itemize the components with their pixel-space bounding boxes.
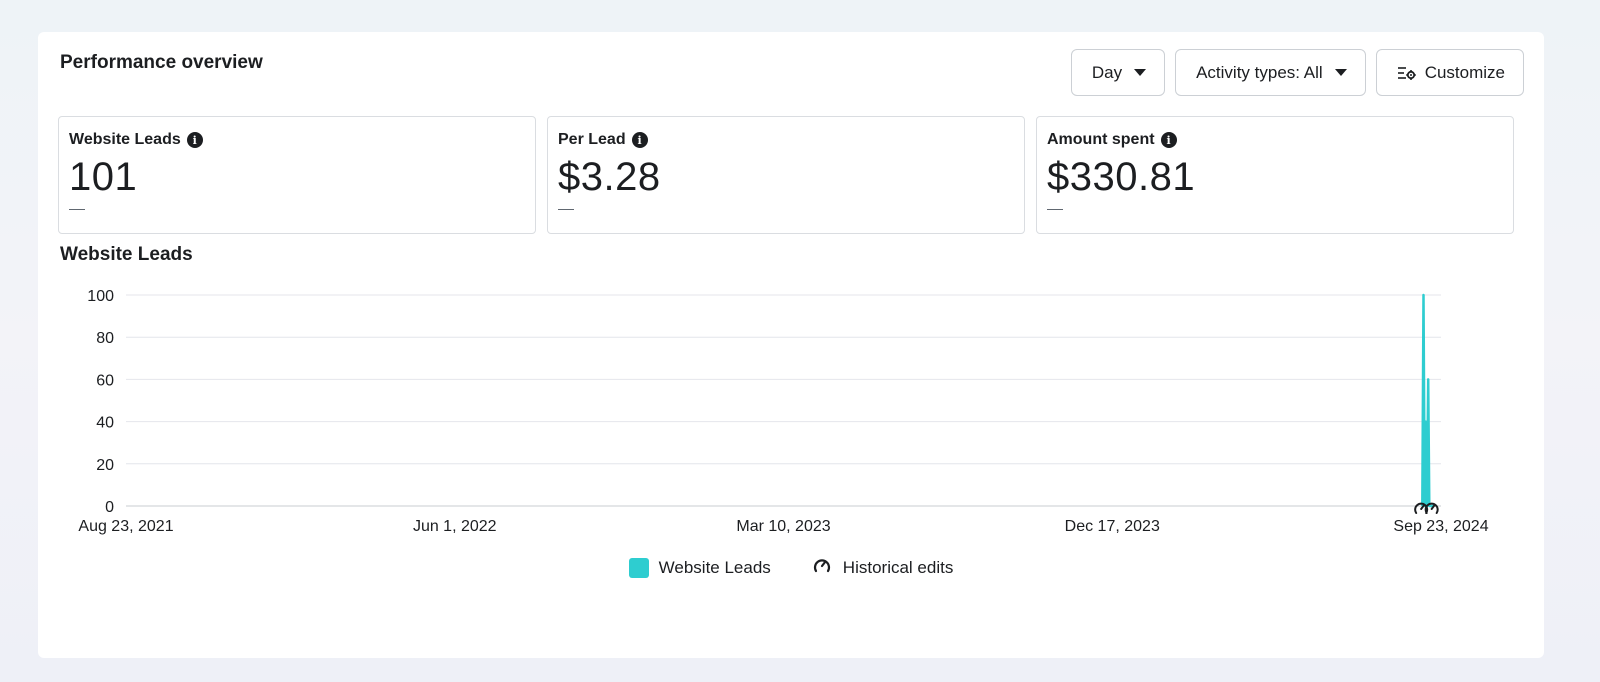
metric-label-text: Amount spent bbox=[1047, 131, 1155, 148]
legend-label: Website Leads bbox=[658, 557, 771, 577]
caret-down-icon bbox=[1134, 69, 1147, 76]
y-tick-label: 100 bbox=[87, 288, 114, 305]
toolbar: Day Activity types: All Customize bbox=[1070, 49, 1524, 96]
x-tick-label: Sep 23, 2024 bbox=[1393, 518, 1488, 535]
series-line-website-leads bbox=[1421, 293, 1435, 508]
historical-edit-icon bbox=[811, 555, 833, 580]
metric-delta-dash bbox=[558, 209, 574, 210]
metric-value: $3.28 bbox=[558, 155, 661, 199]
info-icon[interactable]: i bbox=[1160, 132, 1177, 148]
metric-value: 101 bbox=[69, 155, 138, 199]
activity-types-dropdown[interactable]: Activity types: All bbox=[1175, 49, 1366, 96]
x-tick-label: Mar 10, 2023 bbox=[736, 518, 830, 535]
metrics-row: Website Leads i 101 Per Lead i $3.28 Amo… bbox=[58, 116, 1514, 234]
metric-website-leads[interactable]: Website Leads i 101 bbox=[58, 116, 536, 234]
day-dropdown[interactable]: Day bbox=[1070, 49, 1166, 96]
legend-label: Historical edits bbox=[842, 557, 954, 577]
info-icon[interactable]: i bbox=[186, 132, 203, 148]
y-tick-label: 20 bbox=[96, 457, 114, 474]
customize-button[interactable]: Customize bbox=[1375, 49, 1524, 96]
legend-item-historical-edits[interactable]: Historical edits bbox=[811, 555, 954, 580]
metric-delta-dash bbox=[69, 209, 85, 210]
chart-legend: Website Leads Historical edits bbox=[38, 555, 1544, 580]
website-leads-chart: 0 20 40 60 80 100 Aug 23, 2021 Jun 1, 2022 Mar 1… bbox=[78, 288, 1488, 535]
y-tick-label: 40 bbox=[96, 415, 114, 432]
card-title: Performance overview bbox=[60, 52, 263, 73]
x-tick-label: Jun 1, 2022 bbox=[413, 518, 497, 535]
activity-types-label: Activity types: All bbox=[1196, 62, 1323, 82]
y-tick-label: 0 bbox=[105, 499, 114, 516]
day-dropdown-label: Day bbox=[1091, 62, 1123, 82]
legend-item-website-leads[interactable]: Website Leads bbox=[628, 555, 771, 580]
metric-delta-dash bbox=[1047, 209, 1063, 210]
legend-swatch bbox=[628, 557, 649, 578]
metric-amount-spent[interactable]: Amount spent i $330.81 bbox=[1036, 116, 1514, 234]
y-tick-label: 80 bbox=[96, 330, 114, 347]
customize-settings-icon bbox=[1397, 65, 1417, 81]
chart-title: Website Leads bbox=[60, 244, 193, 265]
metric-value: $330.81 bbox=[1047, 155, 1196, 199]
metric-label-text: Per Lead bbox=[558, 131, 626, 148]
metric-label-text: Website Leads bbox=[69, 131, 181, 148]
info-icon[interactable]: i bbox=[631, 132, 648, 148]
y-tick-label: 60 bbox=[96, 372, 114, 389]
customize-label: Customize bbox=[1424, 62, 1505, 82]
metric-label: Per Lead i bbox=[558, 131, 1014, 149]
x-tick-label: Aug 23, 2021 bbox=[78, 518, 173, 535]
metric-per-lead[interactable]: Per Lead i $3.28 bbox=[547, 116, 1025, 234]
metric-label: Website Leads i bbox=[69, 131, 525, 149]
metric-label: Amount spent i bbox=[1047, 131, 1503, 149]
caret-down-icon bbox=[1334, 69, 1347, 76]
performance-overview-card: Performance overview Day Activity types:… bbox=[38, 32, 1544, 658]
x-tick-label: Dec 17, 2023 bbox=[1065, 518, 1160, 535]
